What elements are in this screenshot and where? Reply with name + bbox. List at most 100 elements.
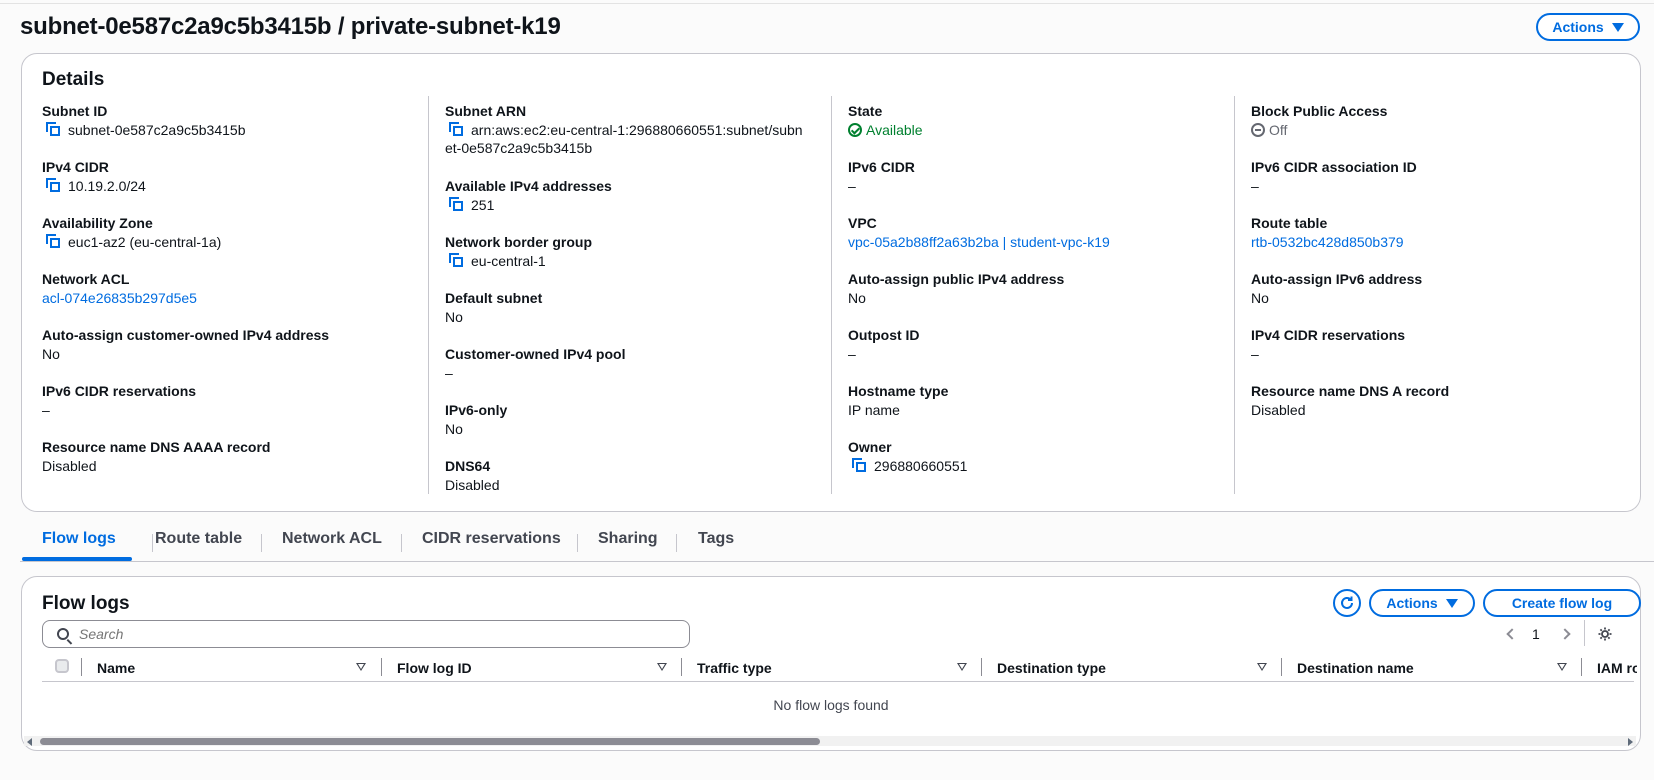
detail-field: IPv6-only No <box>445 401 825 438</box>
detail-value-text: No <box>445 421 463 437</box>
select-all-checkbox[interactable] <box>55 659 69 673</box>
detail-field: Customer-owned IPv4 pool – <box>445 345 825 382</box>
scrollbar-thumb[interactable] <box>40 738 820 745</box>
scroll-left-icon[interactable] <box>27 738 32 746</box>
detail-label: Network border group <box>445 234 593 250</box>
minus-circle-icon <box>1251 123 1265 137</box>
sort-icon[interactable] <box>957 663 967 671</box>
detail-value-text: arn:aws:ec2:eu-central-1:296880660551:su… <box>445 122 803 156</box>
create-flow-log-button[interactable]: Create flow log <box>1483 589 1641 617</box>
page-actions-button[interactable]: Actions <box>1536 13 1640 41</box>
detail-label: Subnet ID <box>42 103 108 119</box>
column-separator <box>1281 658 1282 676</box>
sort-icon[interactable] <box>1257 663 1267 671</box>
detail-label: IPv6 CIDR association ID <box>1251 159 1417 175</box>
caret-down-icon <box>1445 598 1458 608</box>
detail-value-text: subnet-0e587c2a9c5b3415b <box>68 122 246 138</box>
detail-value: 251 <box>445 196 825 214</box>
detail-value: – <box>848 177 1228 195</box>
detail-value-text[interactable]: vpc-05a2b88ff2a63b2ba | student-vpc-k19 <box>848 233 1110 251</box>
detail-label: Available IPv4 addresses <box>445 178 612 194</box>
detail-value-text: 296880660551 <box>874 458 968 474</box>
detail-value-text: – <box>445 365 453 381</box>
flowlogs-actions-button[interactable]: Actions <box>1369 589 1475 617</box>
tab-separator <box>577 534 578 552</box>
gear-icon[interactable] <box>1597 626 1613 642</box>
flowlogs-actions-label: Actions <box>1386 595 1438 611</box>
arn-line-2: et-0e587c2a9c5b3415b <box>445 140 593 156</box>
search-input[interactable] <box>77 625 641 643</box>
detail-value-text: No <box>445 309 463 325</box>
table-header-divider <box>42 681 1634 682</box>
column-header-iam-role[interactable]: IAM ro <box>1597 660 1637 676</box>
column-header-flow-log-id[interactable]: Flow log ID <box>397 660 472 676</box>
tab-route-table[interactable]: Route table <box>155 530 242 548</box>
tab-flow-logs[interactable]: Flow logs <box>42 530 116 548</box>
tab-sharing[interactable]: Sharing <box>598 530 658 548</box>
detail-label: Customer-owned IPv4 pool <box>445 346 626 362</box>
detail-field: IPv4 CIDR reservations – <box>1251 326 1631 363</box>
search-field[interactable] <box>42 620 690 648</box>
detail-value: 10.19.2.0/24 <box>42 177 422 195</box>
detail-value: Disabled <box>1251 401 1631 419</box>
column-header-name[interactable]: Name <box>97 660 135 676</box>
detail-label: Owner <box>848 439 892 455</box>
copy-icon[interactable] <box>46 178 62 194</box>
detail-field: Outpost ID – <box>848 326 1228 363</box>
detail-value: Disabled <box>42 457 422 475</box>
detail-field: DNS64 Disabled <box>445 457 825 494</box>
sort-icon[interactable] <box>356 663 366 671</box>
page-actions-label: Actions <box>1552 19 1604 35</box>
detail-label: DNS64 <box>445 458 491 474</box>
copy-icon[interactable] <box>449 253 465 269</box>
tab-network-acl[interactable]: Network ACL <box>282 530 382 548</box>
search-icon <box>57 628 69 640</box>
scroll-right-icon[interactable] <box>1628 738 1633 746</box>
copy-icon[interactable] <box>46 234 62 250</box>
detail-field: Auto-assign customer-owned IPv4 address N… <box>42 326 422 363</box>
detail-value: No <box>1251 289 1631 307</box>
page-number[interactable]: 1 <box>1532 626 1540 642</box>
detail-field: Route table rtb-0532bc428d850b379 <box>1251 214 1631 251</box>
detail-value[interactable]: vpc-05a2b88ff2a63b2ba | student-vpc-k19 <box>848 233 1228 251</box>
detail-value-text: Disabled <box>445 477 500 493</box>
detail-value-text: euc1-az2 (eu-central-1a) <box>68 234 222 250</box>
column-header-destination-type[interactable]: Destination type <box>997 660 1106 676</box>
detail-field: Network ACL acl-074e26835b297d5e5 <box>42 270 422 307</box>
column-separator <box>81 658 82 676</box>
column-header-destination-name[interactable]: Destination name <box>1297 660 1414 676</box>
detail-value: eu-central-1 <box>445 252 825 270</box>
detail-value: Available <box>848 121 1228 139</box>
detail-field: State Available <box>848 102 1228 139</box>
detail-label: Default subnet <box>445 290 543 306</box>
detail-value: arn:aws:ec2:eu-central-1:296880660551:su… <box>445 121 825 157</box>
tab-tags[interactable]: Tags <box>698 530 734 548</box>
detail-field: Network border group eu-central-1 <box>445 233 825 270</box>
sort-icon[interactable] <box>657 663 667 671</box>
refresh-button[interactable] <box>1333 589 1361 617</box>
column-separator <box>981 658 982 676</box>
column-separator <box>381 658 382 676</box>
detail-label: Route table <box>1251 215 1328 231</box>
copy-icon[interactable] <box>46 122 62 138</box>
detail-value[interactable]: acl-074e26835b297d5e5 <box>42 289 422 307</box>
detail-value-text[interactable]: acl-074e26835b297d5e5 <box>42 289 197 307</box>
detail-label: Resource name DNS AAAA record <box>42 439 271 455</box>
detail-value: – <box>445 364 825 382</box>
copy-icon[interactable] <box>449 197 465 213</box>
copy-icon[interactable] <box>449 122 465 138</box>
detail-label: Outpost ID <box>848 327 920 343</box>
detail-label: Block Public Access <box>1251 103 1388 119</box>
detail-label: Hostname type <box>848 383 949 399</box>
detail-field: Hostname type IP name <box>848 382 1228 419</box>
horizontal-scrollbar[interactable] <box>24 736 1636 746</box>
detail-value-text[interactable]: rtb-0532bc428d850b379 <box>1251 233 1404 251</box>
detail-label: Auto-assign IPv6 address <box>1251 271 1423 287</box>
tab-cidr-reservations[interactable]: CIDR reservations <box>422 530 561 548</box>
copy-icon[interactable] <box>852 458 868 474</box>
detail-value[interactable]: rtb-0532bc428d850b379 <box>1251 233 1631 251</box>
sort-icon[interactable] <box>1557 663 1567 671</box>
detail-value-text: Available <box>866 122 923 138</box>
detail-label: Auto-assign customer-owned IPv4 address <box>42 327 330 343</box>
column-header-traffic-type[interactable]: Traffic type <box>697 660 772 676</box>
